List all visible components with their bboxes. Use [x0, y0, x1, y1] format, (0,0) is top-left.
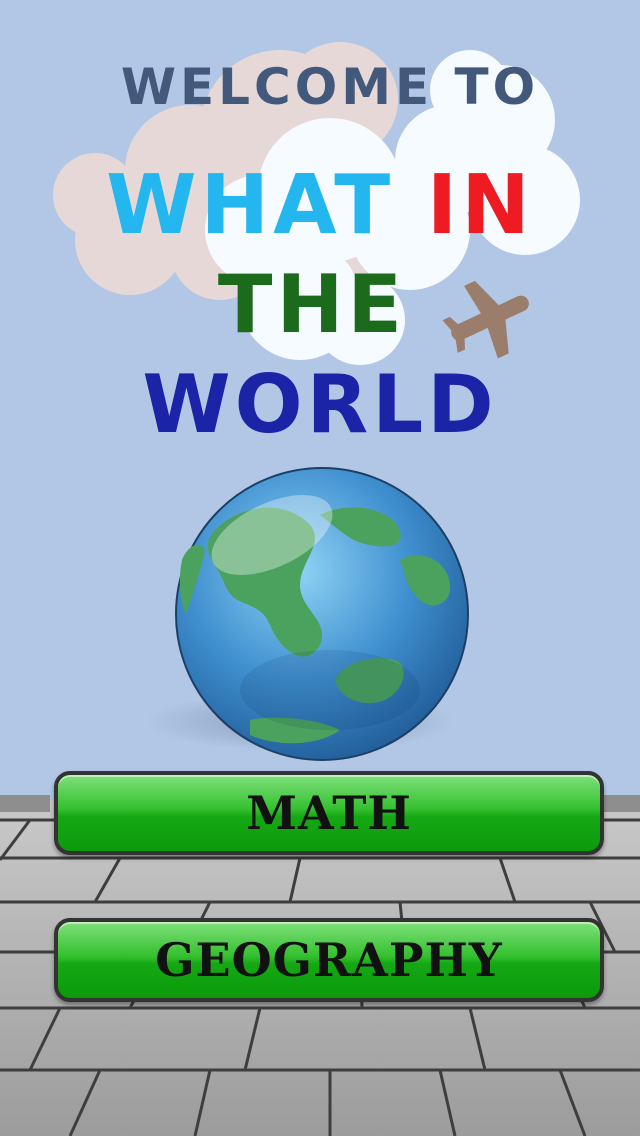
welcome-text: WELCOME TO	[120, 58, 540, 116]
math-button[interactable]: MATH	[54, 771, 604, 855]
title-in: IN	[426, 158, 534, 253]
geography-button[interactable]: GEOGRAPHY	[54, 918, 604, 1002]
math-button-label: MATH	[246, 786, 412, 840]
title-world: WORLD	[142, 358, 498, 451]
geography-button-label: GEOGRAPHY	[155, 933, 503, 987]
title-the: THE	[217, 258, 407, 351]
title-what: WHAT	[106, 158, 395, 253]
title-line-what-in: WHAT IN	[0, 158, 640, 253]
globe-icon	[175, 467, 469, 761]
